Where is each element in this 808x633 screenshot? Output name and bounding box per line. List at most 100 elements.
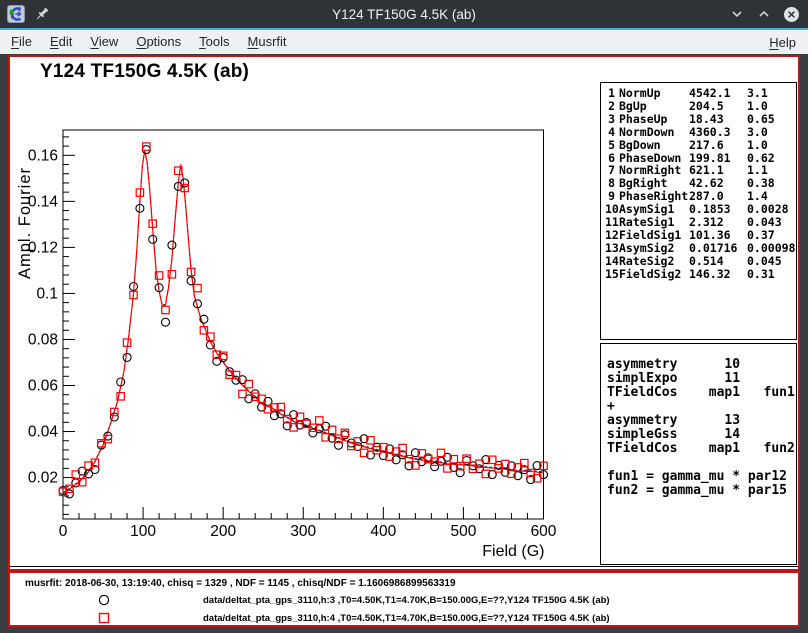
menu-item-view[interactable]: View	[81, 30, 127, 54]
param-row: 2BgUp204.51.0	[605, 100, 796, 113]
param-pname: BgDown	[619, 139, 689, 152]
legend-label: data/deltat_pta_gps_3110,h:3 ,T0=4.50K,T…	[203, 595, 610, 606]
param-pname: PhaseUp	[619, 113, 689, 126]
param-pval: 4360.3	[689, 126, 747, 139]
plot-frame	[63, 130, 544, 519]
circle-marker-icon	[96, 592, 112, 608]
pad-separator-line	[10, 566, 798, 567]
theory-line: simpleGss 14	[607, 428, 796, 442]
param-pval: 4542.1	[689, 87, 747, 100]
x-tick-label: 100	[130, 523, 156, 540]
x-tick-label: 400	[370, 523, 396, 540]
param-row: 12FieldSig1101.360.37	[605, 229, 796, 242]
param-row: 1NormUp4542.13.1	[605, 87, 796, 100]
theory-line: asymmetry 13	[607, 414, 796, 428]
data-point-circle	[168, 241, 176, 249]
param-perr: 0.00098	[747, 242, 796, 255]
menu-item-musrfit[interactable]: Musrfit	[239, 30, 296, 54]
param-pval: 0.514	[689, 255, 747, 268]
menu-item-file[interactable]: File	[2, 30, 41, 54]
close-icon	[783, 6, 800, 23]
y-tick-label: 0.02	[28, 470, 58, 487]
param-pval: 101.36	[689, 229, 747, 242]
param-perr: 0.65	[747, 113, 796, 126]
data-point-circle	[187, 277, 195, 285]
theory-line: simplExpo 11	[607, 372, 796, 386]
theory-line	[607, 456, 796, 470]
y-tick-label: 0.1	[36, 285, 58, 302]
legend-row-h4: data/deltat_pta_gps_3110,h:4 ,T0=4.50K,T…	[10, 610, 798, 626]
main-pad[interactable]: Y124 TF150G 4.5K (ab) 010020030040050060…	[8, 55, 800, 571]
param-row: 14RateSig20.5140.045	[605, 255, 796, 268]
param-perr: 0.37	[747, 229, 796, 242]
menu-item-tools[interactable]: Tools	[190, 30, 238, 54]
close-button[interactable]	[782, 5, 800, 23]
y-axis-title: Ampl. Fourier	[16, 167, 34, 279]
legend-label: data/deltat_pta_gps_3110,h:4 ,T0=4.50K,T…	[203, 613, 610, 624]
theory-line: asymmetry 10	[607, 358, 796, 372]
data-point-circle	[149, 235, 157, 243]
param-pval: 204.5	[689, 100, 747, 113]
x-tick-label: 200	[210, 523, 236, 540]
param-idx: 2	[605, 100, 619, 113]
menubar: FileEditViewOptionsToolsMusrfit Help	[0, 28, 808, 54]
theory-box[interactable]: asymmetry 10simplExpo 11TFieldCos map1 f…	[600, 343, 797, 565]
param-perr: 0.045	[747, 255, 796, 268]
param-perr: 3.0	[747, 126, 796, 139]
maximize-icon	[757, 7, 771, 21]
y-tick-label: 0.16	[28, 147, 58, 164]
menu-help[interactable]: Help	[763, 35, 802, 50]
y-tick-label: 0.04	[28, 424, 59, 441]
param-row: 5BgDown217.61.0	[605, 139, 796, 152]
fit-parameters-box[interactable]: 1NormUp4542.13.12BgUp204.51.03PhaseUp18.…	[600, 82, 797, 340]
data-point-square	[162, 306, 169, 313]
minimize-icon	[730, 7, 744, 21]
titlebar[interactable]: Y124 TF150G 4.5K (ab)	[0, 0, 808, 28]
param-pname: NormUp	[619, 87, 689, 100]
param-idx: 4	[605, 126, 619, 139]
pin-icon[interactable]	[33, 5, 51, 23]
theory-line: +	[607, 400, 796, 414]
param-pval: 146.32	[689, 268, 747, 281]
legend-row-h3: data/deltat_pta_gps_3110,h:3 ,T0=4.50K,T…	[10, 592, 798, 608]
data-point-square	[194, 284, 201, 291]
data-point-circle	[142, 146, 150, 154]
plot-title: Y124 TF150G 4.5K (ab)	[40, 61, 249, 83]
param-idx: 12	[605, 229, 619, 242]
data-point-circle	[181, 179, 189, 187]
menu-item-edit[interactable]: Edit	[41, 30, 81, 54]
param-pname: FieldSig2	[619, 268, 689, 281]
theory-line: TFieldCos map1 fun1	[607, 386, 796, 400]
param-row: 15FieldSig2146.320.31	[605, 268, 796, 281]
x-tick-label: 0	[59, 523, 68, 540]
menu-item-options[interactable]: Options	[127, 30, 190, 54]
param-idx: 3	[605, 113, 619, 126]
maximize-button[interactable]	[755, 5, 773, 23]
x-tick-label: 600	[531, 523, 557, 540]
minimize-button[interactable]	[728, 5, 746, 23]
data-point-circle	[123, 353, 131, 361]
y-tick-label: 0.08	[28, 331, 58, 348]
param-pname: AsymSig2	[619, 242, 689, 255]
data-point-circle	[162, 318, 170, 326]
param-perr: 3.1	[747, 87, 796, 100]
root-canvas-window: { "window": { "title": "Y124 TF150G 4.5K…	[0, 0, 808, 633]
param-pval: 217.6	[689, 139, 747, 152]
x-tick-label: 500	[450, 523, 476, 540]
info-pad[interactable]: musrfit: 2018-06-30, 13:19:40, chisq = 1…	[8, 571, 800, 627]
param-row: 4NormDown4360.33.0	[605, 126, 796, 139]
param-idx: 5	[605, 139, 619, 152]
theory-line: TFieldCos map1 fun2	[607, 442, 796, 456]
window-title: Y124 TF150G 4.5K (ab)	[0, 7, 808, 22]
data-point-square	[316, 417, 323, 424]
param-pname: RateSig2	[619, 255, 689, 268]
data-point-circle	[110, 413, 118, 421]
param-idx: 14	[605, 255, 619, 268]
param-pname: BgUp	[619, 100, 689, 113]
param-pname: FieldSig1	[619, 229, 689, 242]
x-axis-title: Field (G)	[482, 543, 544, 560]
root-app-icon	[7, 5, 25, 23]
theory-line: fun2 = gamma_mu * par15	[607, 484, 796, 498]
fit-curve-h4	[63, 151, 544, 494]
param-pname: NormDown	[619, 126, 689, 139]
